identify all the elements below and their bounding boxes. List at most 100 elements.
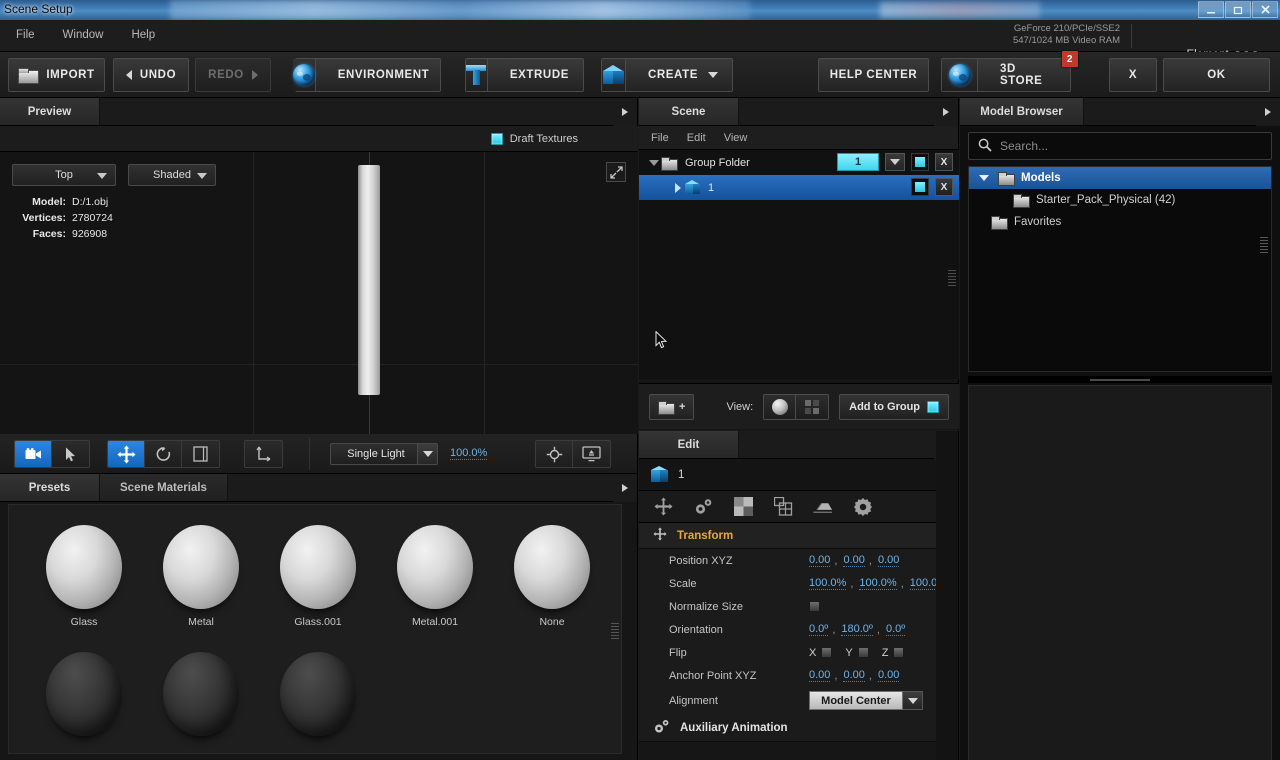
- scene-tree-row-group-folder[interactable]: Group Folder 1 X: [639, 150, 959, 175]
- camera-tool[interactable]: [15, 441, 52, 467]
- minimize-button[interactable]: [1198, 1, 1224, 18]
- anchor-y[interactable]: 0.00: [843, 669, 865, 682]
- tab-preview[interactable]: Preview: [0, 98, 100, 125]
- tab-model-browser[interactable]: Model Browser: [960, 98, 1084, 125]
- delete-row-button[interactable]: X: [935, 153, 953, 171]
- transform-icon[interactable]: [653, 497, 673, 517]
- maximize-button[interactable]: [1225, 1, 1251, 18]
- visibility-toggle[interactable]: [911, 153, 929, 171]
- shading-dropdown[interactable]: Shaded: [128, 164, 216, 186]
- view-mode-grid[interactable]: [796, 394, 829, 419]
- ok-button[interactable]: OK: [1163, 58, 1270, 92]
- menu-window[interactable]: Window: [59, 28, 108, 42]
- add-to-group-button[interactable]: Add to Group: [839, 393, 950, 420]
- new-group-button[interactable]: +: [649, 393, 695, 420]
- scene-menu-view[interactable]: View: [724, 132, 748, 144]
- model-browser-row-models[interactable]: Models: [969, 167, 1271, 189]
- preview-panel-menu-arrow[interactable]: [613, 98, 637, 126]
- move-tool[interactable]: [108, 441, 145, 467]
- close-button[interactable]: [1252, 1, 1278, 18]
- checker-icon[interactable]: [733, 497, 753, 517]
- center-target-tool[interactable]: [536, 441, 573, 467]
- expand-viewport-button[interactable]: [606, 162, 626, 182]
- twisty-down-icon[interactable]: [977, 175, 991, 181]
- help-center-button[interactable]: HELP CENTER: [818, 58, 929, 92]
- environment-button[interactable]: ENVIRONMENT: [292, 58, 441, 92]
- orientation-y[interactable]: 180.0º: [841, 623, 873, 636]
- scale-y[interactable]: 100.0%: [859, 577, 897, 590]
- material-item[interactable]: Metal: [142, 525, 260, 628]
- twisty-down-icon[interactable]: [647, 159, 661, 166]
- scene-tree-row-object-1[interactable]: 1 X: [639, 175, 959, 200]
- material-item[interactable]: Metal.001: [376, 525, 494, 628]
- light-dropdown[interactable]: Single Light: [330, 443, 438, 465]
- normalize-size-checkbox[interactable]: [809, 601, 820, 612]
- cancel-button[interactable]: X: [1109, 58, 1157, 92]
- material-item[interactable]: Glass: [25, 525, 143, 628]
- position-z[interactable]: 0.00: [877, 554, 900, 567]
- model-browser-row-starter-pack[interactable]: Starter_Pack_Physical (42): [969, 189, 1271, 211]
- menu-file[interactable]: File: [12, 28, 39, 42]
- alignment-dropdown[interactable]: Model Center: [809, 691, 923, 710]
- import-button[interactable]: IMPORT: [8, 58, 105, 92]
- materials-scrollbar[interactable]: [611, 623, 619, 641]
- select-tool[interactable]: [52, 441, 89, 467]
- flip-z-checkbox[interactable]: [893, 647, 905, 658]
- model-browser-splitter[interactable]: [968, 376, 1272, 383]
- tab-scene-materials[interactable]: Scene Materials: [100, 474, 228, 501]
- anchor-x[interactable]: 0.00: [809, 669, 831, 682]
- fit-to-screen-tool[interactable]: [573, 441, 610, 467]
- light-intensity-value[interactable]: 100.0%: [450, 447, 488, 460]
- group-count-field[interactable]: 1: [837, 153, 879, 171]
- model-browser-row-favorites[interactable]: Favorites: [969, 211, 1271, 233]
- search-input[interactable]: [1000, 139, 1250, 153]
- visibility-toggle[interactable]: [911, 178, 929, 196]
- redo-button[interactable]: REDO: [195, 58, 271, 92]
- scene-panel-menu-arrow[interactable]: [934, 98, 958, 126]
- scale-x[interactable]: 100.0%: [809, 577, 847, 590]
- scale-tool[interactable]: [182, 441, 219, 467]
- position-y[interactable]: 0.00: [843, 554, 865, 567]
- orientation-z[interactable]: 0.0º: [885, 623, 906, 636]
- model-search-bar[interactable]: [968, 132, 1272, 160]
- tab-scene[interactable]: Scene: [639, 98, 739, 125]
- section-header-transform[interactable]: Transform: [639, 523, 958, 549]
- orientation-x[interactable]: 0.0º: [809, 623, 829, 636]
- tab-edit[interactable]: Edit: [639, 431, 739, 458]
- model-browser-menu-arrow[interactable]: [1256, 98, 1280, 126]
- position-x[interactable]: 0.00: [809, 554, 831, 567]
- scene-scrollbar[interactable]: [948, 270, 956, 286]
- gears-icon[interactable]: [693, 497, 713, 517]
- store-button[interactable]: 3D STORE 2: [941, 51, 1078, 92]
- model-browser-scrollbar[interactable]: [1260, 237, 1268, 253]
- scene-menu-edit[interactable]: Edit: [687, 132, 706, 144]
- material-item[interactable]: [25, 652, 143, 743]
- materials-panel-menu-arrow[interactable]: [613, 474, 637, 502]
- extrude-icon[interactable]: [813, 497, 833, 517]
- undo-button[interactable]: UNDO: [113, 58, 189, 92]
- view-mode-sphere[interactable]: [764, 394, 797, 419]
- add-to-group-checkbox[interactable]: [927, 400, 940, 413]
- axis-tool[interactable]: [245, 441, 282, 467]
- material-item[interactable]: [142, 652, 260, 743]
- flip-x-checkbox[interactable]: [821, 647, 833, 658]
- settings-icon[interactable]: [853, 497, 873, 517]
- scene-menu-file[interactable]: File: [651, 132, 669, 144]
- delete-row-button[interactable]: X: [935, 178, 953, 196]
- material-item[interactable]: [259, 652, 377, 743]
- rotate-tool[interactable]: [145, 441, 182, 467]
- copy-icon[interactable]: [773, 497, 793, 517]
- material-item[interactable]: None: [493, 525, 611, 628]
- group-count-dropdown[interactable]: [885, 153, 905, 171]
- tab-presets[interactable]: Presets: [0, 474, 100, 501]
- flip-y-checkbox[interactable]: [857, 647, 869, 658]
- section-header-auxiliary-animation[interactable]: Auxiliary Animation: [639, 714, 958, 742]
- twisty-right-icon[interactable]: [671, 182, 685, 193]
- anchor-z[interactable]: 0.00: [877, 669, 900, 682]
- draft-textures-checkbox[interactable]: [490, 132, 503, 145]
- view-angle-dropdown[interactable]: Top: [12, 164, 116, 186]
- create-button[interactable]: CREATE: [601, 58, 733, 92]
- menu-help[interactable]: Help: [127, 28, 159, 42]
- preview-viewport[interactable]: Top Shaded Model: D:/1.obj Vertices: 27807…: [0, 152, 638, 434]
- material-item[interactable]: Glass.001: [259, 525, 377, 628]
